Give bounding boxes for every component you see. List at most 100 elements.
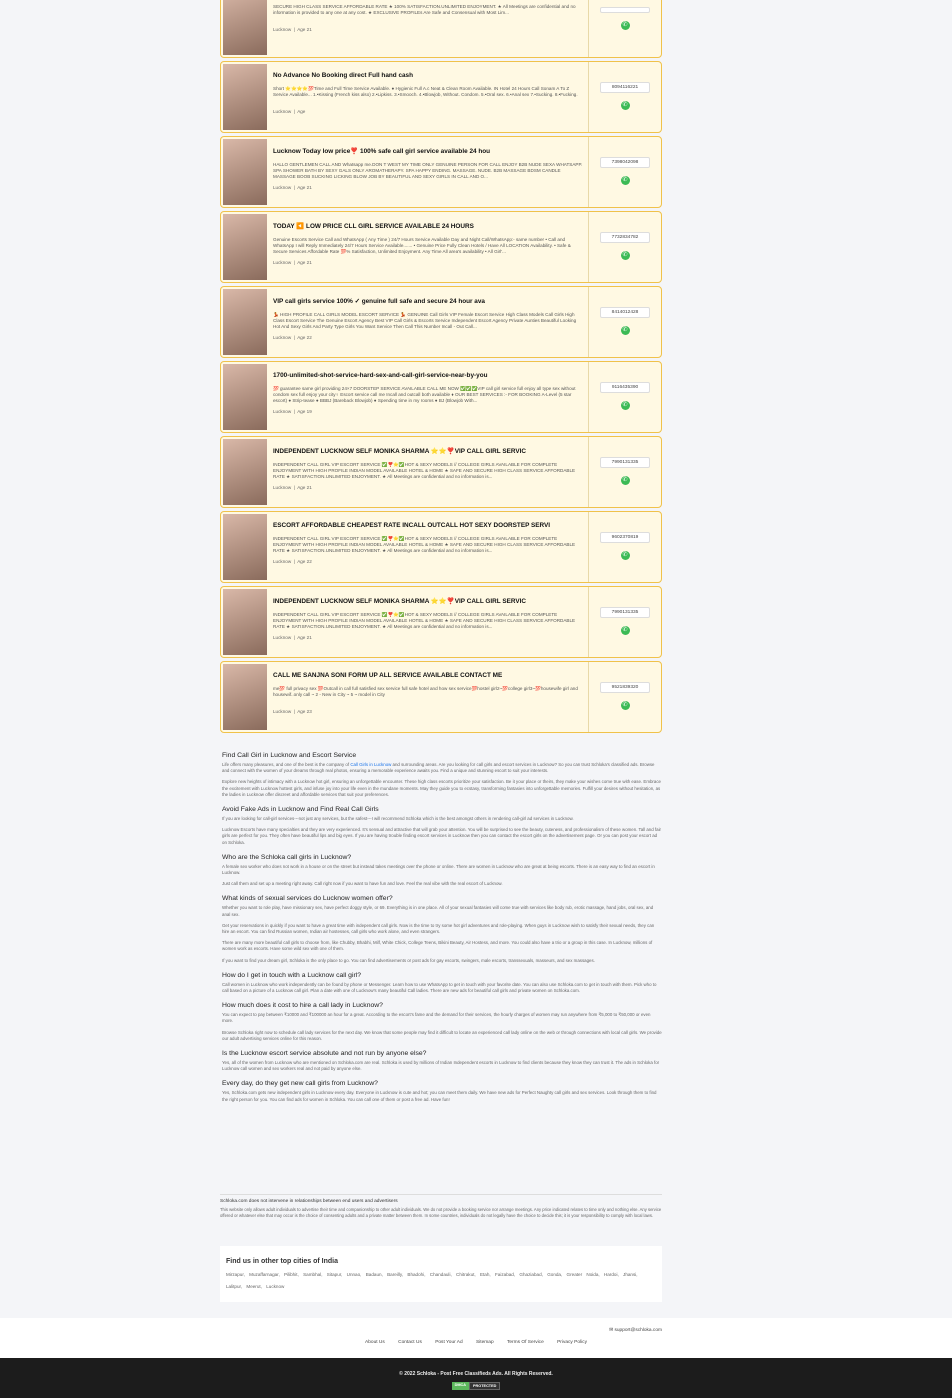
listing-photo[interactable]: [223, 664, 267, 730]
phone-button[interactable]: [600, 7, 650, 13]
phone-button[interactable]: 9116435390: [600, 382, 650, 393]
disclaimer-text: This website only allows adult individua…: [220, 1207, 662, 1218]
seo-paragraph: Just call them and set up a meeting righ…: [222, 881, 503, 887]
phone-button[interactable]: 9521839320: [600, 682, 650, 693]
listing-card[interactable]: Lucknow Today low price❣️ 100% safe call…: [220, 136, 662, 208]
listing-body: 1700-unlimited-shot-service-hard-sex-and…: [269, 362, 589, 432]
listing-description: INDEPENDENT CALL GIRL VIP ESCORT SERVICE…: [273, 536, 576, 553]
footer-link-contact[interactable]: Contact Us: [398, 1340, 422, 1345]
other-cities-box: Find us in other top cities of India Mir…: [220, 1246, 662, 1302]
listing-photo[interactable]: [223, 439, 267, 505]
listing-contact: 9116435390 ✆: [589, 362, 661, 432]
listing-contact: 9602370819 ✆: [589, 512, 661, 582]
phone-button[interactable]: 8414012428: [600, 307, 650, 318]
listing-body: INDEPENDENT LUCKNOW SELF MONIKA SHARMA ⭐…: [269, 437, 589, 507]
listing-card[interactable]: SECURE HIGH CLASS SERVICE AFFORDABLE RAT…: [220, 0, 662, 58]
other-cities-list[interactable]: Mirzapur, Muzaffarnagar, Pilibhit, Sambh…: [226, 1269, 656, 1293]
listing-card[interactable]: VIP call girls service 100% ✓ genuine fu…: [220, 286, 662, 358]
whatsapp-icon[interactable]: ✆: [620, 551, 630, 560]
listing-body: Lucknow Today low price❣️ 100% safe call…: [269, 137, 589, 207]
listing-photo[interactable]: [223, 139, 267, 205]
whatsapp-icon[interactable]: ✆: [620, 401, 630, 410]
seo-paragraph: Browse Schloka right now to schedule cal…: [222, 1029, 662, 1041]
listing-title[interactable]: INDEPENDENT LUCKNOW SELF MONIKA SHARMA ⭐…: [273, 447, 584, 455]
listing-title[interactable]: CALL ME SANJNA SONI FORM UP ALL SERVICE …: [273, 672, 584, 679]
seo-paragraph: Life offers many pleasures, and one of t…: [222, 762, 655, 774]
footer-link-privacy[interactable]: Privacy Policy: [557, 1340, 587, 1345]
whatsapp-icon[interactable]: ✆: [620, 626, 630, 635]
listing-title[interactable]: VIP call girls service 100% ✓ genuine fu…: [273, 297, 584, 305]
listing-body: TODAY ◀️ LOW PRICE CLL GIRL SERVICE AVAI…: [269, 212, 589, 282]
seo-paragraph: There are many more beautiful call girls…: [222, 940, 653, 952]
listing-meta: Lucknow | Age 21: [273, 635, 312, 640]
listing-title[interactable]: ESCORT AFFORDABLE CHEAPEST RATE INCALL O…: [273, 522, 584, 529]
listing-contact: 7990131335 ✆: [589, 587, 661, 657]
listing-list: SECURE HIGH CLASS SERVICE AFFORDABLE RAT…: [220, 0, 662, 736]
listing-photo[interactable]: [223, 589, 267, 655]
listing-title[interactable]: 1700-unlimited-shot-service-hard-sex-and…: [273, 372, 584, 379]
listing-card[interactable]: CALL ME SANJNA SONI FORM UP ALL SERVICE …: [220, 661, 662, 733]
seo-heading: Find Call Girl in Lucknow and Escort Ser…: [222, 752, 357, 759]
other-cities-heading: Find us in other top cities of India: [226, 1258, 338, 1265]
seo-paragraph: Whether you want to role play, have miss…: [222, 905, 654, 917]
listing-photo[interactable]: [223, 514, 267, 580]
listing-card[interactable]: ESCORT AFFORDABLE CHEAPEST RATE INCALL O…: [220, 511, 662, 583]
whatsapp-icon[interactable]: ✆: [620, 251, 630, 260]
listing-card[interactable]: INDEPENDENT LUCKNOW SELF MONIKA SHARMA ⭐…: [220, 436, 662, 508]
footer-link-about[interactable]: About Us: [365, 1340, 385, 1345]
seo-heading: Is the Lucknow escort service absolute a…: [222, 1050, 427, 1058]
seo-heading: How much does it cost to hire a call lad…: [222, 1002, 383, 1010]
whatsapp-icon[interactable]: ✆: [620, 476, 630, 485]
footer-link-sitemap[interactable]: Sitemap: [476, 1340, 494, 1345]
call-girls-link[interactable]: Call Girls in Lucknow: [350, 762, 391, 767]
seo-paragraph: Yes, Schloka.com gets new independent gi…: [222, 1090, 657, 1102]
phone-button[interactable]: 8094116221: [600, 82, 650, 93]
listing-description: INDEPENDENT CALL GIRL VIP ESCORT SERVICE…: [273, 612, 576, 629]
listing-card[interactable]: TODAY ◀️ LOW PRICE CLL GIRL SERVICE AVAI…: [220, 211, 662, 283]
listing-body: CALL ME SANJNA SONI FORM UP ALL SERVICE …: [269, 662, 589, 732]
listing-title[interactable]: No Advance No Booking direct Full hand c…: [273, 72, 584, 79]
listing-body: INDEPENDENT LUCKNOW SELF MONIKA SHARMA ⭐…: [269, 587, 589, 657]
whatsapp-icon[interactable]: ✆: [620, 701, 630, 710]
seo-content: Find Call Girl in Lucknow and Escort Ser…: [220, 744, 662, 1108]
listing-description: me💯 full privacy sex 💯Outcall in call fu…: [273, 686, 578, 697]
listing-card[interactable]: 1700-unlimited-shot-service-hard-sex-and…: [220, 361, 662, 433]
listing-contact: 7398042098 ✆: [589, 137, 661, 207]
listing-photo[interactable]: [223, 214, 267, 280]
listing-photo[interactable]: [223, 0, 267, 55]
listing-photo[interactable]: [223, 64, 267, 130]
listing-card[interactable]: INDEPENDENT LUCKNOW SELF MONIKA SHARMA ⭐…: [220, 586, 662, 658]
phone-button[interactable]: 9602370819: [600, 532, 650, 543]
phone-button[interactable]: 7990131335: [600, 457, 650, 468]
whatsapp-icon[interactable]: ✆: [620, 326, 630, 335]
seo-paragraph: Call women in Lucknow who work independe…: [222, 981, 657, 994]
whatsapp-icon[interactable]: ✆: [620, 21, 630, 30]
seo-paragraph: You can expect to pay between ₹10000 and…: [222, 1012, 651, 1024]
support-email[interactable]: ✉ support@schloka.com: [609, 1328, 662, 1333]
listing-contact: 7732834782 ✆: [589, 212, 661, 282]
phone-button[interactable]: 7732834782: [600, 232, 650, 243]
seo-paragraph: Get your reservations in quickly if you …: [222, 922, 655, 935]
listing-title[interactable]: Lucknow Today low price❣️ 100% safe call…: [273, 147, 584, 155]
phone-button[interactable]: 7990131335: [600, 607, 650, 618]
whatsapp-icon[interactable]: ✆: [620, 176, 630, 185]
phone-button[interactable]: 7398042098: [600, 157, 650, 168]
listing-description: 💃 HIGH PROFILE CALL GIRLS MODEL ESCORT S…: [273, 312, 577, 329]
listing-title[interactable]: INDEPENDENT LUCKNOW SELF MONIKA SHARMA ⭐…: [273, 597, 584, 605]
disclaimer: Schloka.com does not intervene in relati…: [220, 1194, 662, 1219]
seo-paragraph: Yes, all of the women from Lucknow who a…: [222, 1060, 660, 1072]
listing-contact: ✆: [589, 0, 661, 57]
footer-link-post-ad[interactable]: Post Your Ad: [435, 1340, 462, 1345]
dmca-badge[interactable]: DMCA PROTECTED: [0, 1382, 952, 1390]
disclaimer-heading: Schloka.com does not intervene in relati…: [220, 1199, 398, 1204]
whatsapp-icon[interactable]: ✆: [620, 101, 630, 110]
listing-photo[interactable]: [223, 289, 267, 355]
listing-contact: 9521839320 ✆: [589, 662, 661, 732]
footer-link-terms[interactable]: Terms Of Service: [507, 1340, 544, 1345]
listing-photo[interactable]: [223, 364, 267, 430]
listing-meta: Lucknow | Age 21: [273, 27, 312, 32]
listing-description: HALLO GENTLEMEN CALL AND Whatsapp me.DON…: [273, 162, 583, 179]
listing-card[interactable]: No Advance No Booking direct Full hand c…: [220, 61, 662, 133]
listing-title[interactable]: TODAY ◀️ LOW PRICE CLL GIRL SERVICE AVAI…: [273, 222, 584, 230]
footer: ✉ support@schloka.com About Us Contact U…: [0, 1318, 952, 1358]
